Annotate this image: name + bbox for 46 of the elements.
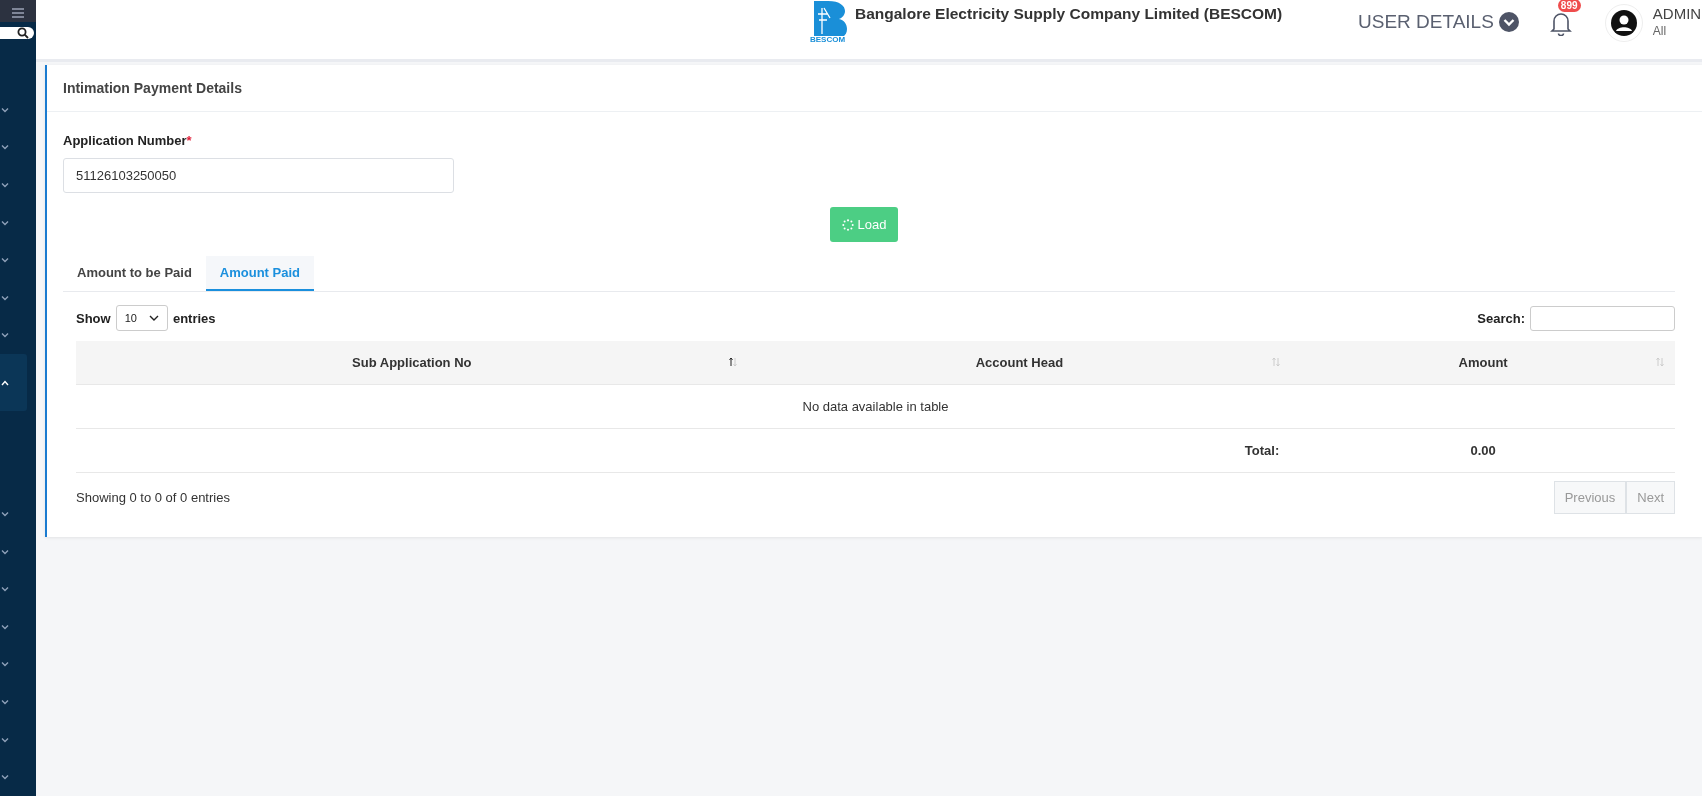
user-role: All [1652, 24, 1668, 38]
menu-icon[interactable] [12, 8, 24, 18]
entries-label: entries [172, 310, 216, 326]
show-label: Show [76, 310, 111, 326]
user-name: ADMIN [1652, 5, 1702, 22]
bell-icon[interactable] [1548, 10, 1573, 36]
card-title: Intimation Payment Details [47, 65, 1702, 112]
search-button[interactable] [0, 27, 34, 40]
chevron-icon [1, 774, 9, 781]
search-icon [17, 27, 29, 40]
chevron-icon [1, 182, 9, 189]
chevron-icon [1, 623, 9, 630]
chevron-icon [1, 586, 9, 593]
search-field[interactable] [1530, 305, 1675, 331]
page-size-select[interactable]: 10 [115, 305, 168, 331]
column-header[interactable]: Account Head [747, 341, 1292, 385]
chevron-icon [1, 294, 9, 301]
chevron-icon [1, 548, 9, 555]
total-label: Total: [1244, 443, 1280, 458]
notification-count: 899 [1557, 0, 1581, 12]
chevron-icon [1, 736, 9, 743]
column-header[interactable]: Amount [1291, 341, 1675, 385]
chevron-icon [1, 219, 9, 226]
logo-caption: BESCOM [810, 36, 846, 44]
entries-info: Showing 0 to 0 of 0 entries [76, 490, 230, 505]
field-label: Application Number* [63, 133, 193, 148]
chevron-icon [148, 315, 159, 321]
column-header[interactable]: Sub Application No [76, 341, 748, 385]
chevron-icon [1, 699, 9, 705]
chevron-icon [1, 332, 9, 339]
chevron-icon [1, 379, 9, 386]
chevron-icon [1, 511, 9, 518]
sidebar-item[interactable] [0, 354, 27, 412]
search-label: Search: [1477, 310, 1525, 326]
user-details-menu[interactable]: USER DETAILS [1358, 11, 1519, 33]
empty-message: No data available in table [802, 399, 949, 414]
total-value: 0.00 [1470, 443, 1496, 458]
application-number-field[interactable]: 51126103250050 [63, 158, 454, 193]
chevron-icon [1, 106, 9, 113]
chevron-icon [1, 144, 9, 151]
chevron-down-icon [1498, 12, 1519, 32]
chevron-icon [1, 257, 9, 264]
chevron-icon [1, 661, 9, 668]
company-name: Bangalore Electricity Supply Company Limited (BESCOM) [855, 5, 1283, 23]
tab[interactable]: Amount to be Paid [63, 256, 206, 291]
spinner-icon [841, 218, 854, 231]
